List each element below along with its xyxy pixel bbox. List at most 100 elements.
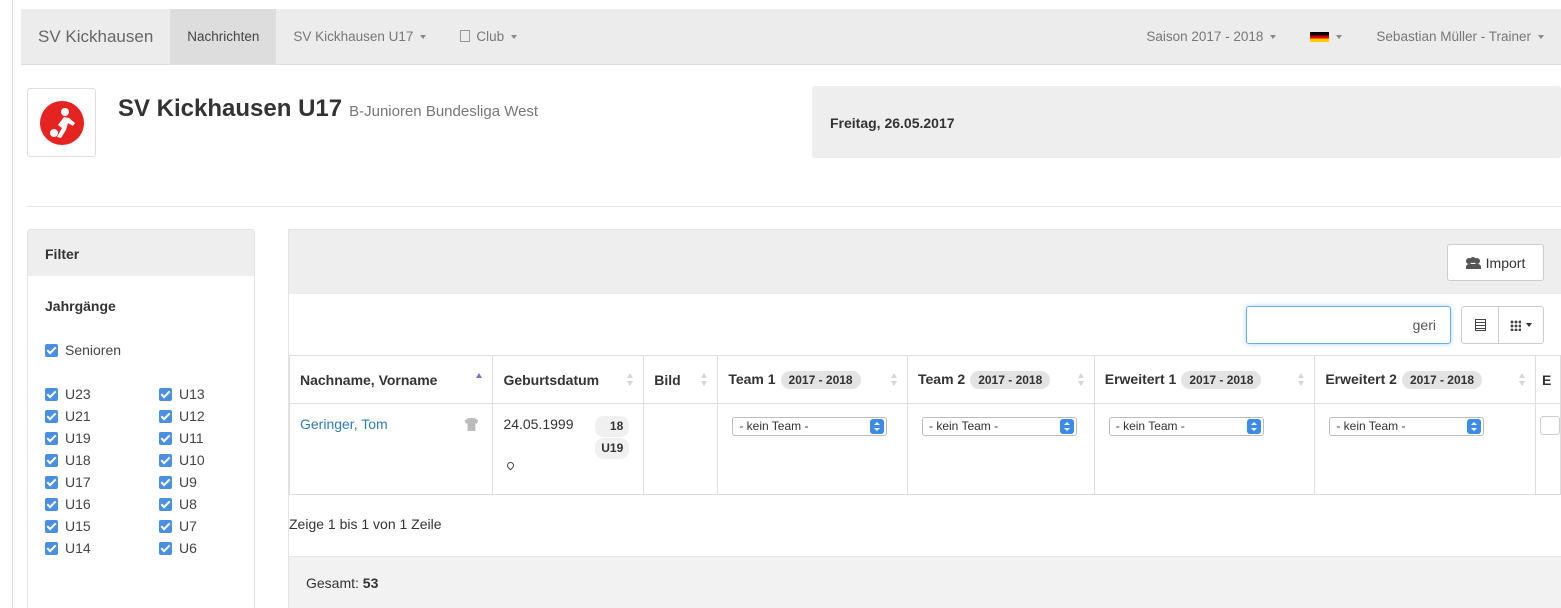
column-header-extended2[interactable]: Erweitert 2 2017 - 2018 xyxy=(1314,355,1536,404)
column-header-label: E xyxy=(1541,371,1552,388)
search-input[interactable]: geri xyxy=(1246,306,1451,344)
checkbox-label: U11 xyxy=(179,430,204,446)
select-arrows-icon xyxy=(870,419,885,434)
checkbox-checked-icon[interactable] xyxy=(159,388,172,401)
checkbox-checked-icon[interactable] xyxy=(45,454,58,467)
extended1-select[interactable]: - kein Team - xyxy=(1108,417,1264,436)
nav-item-news-label: Nachrichten xyxy=(187,28,260,44)
filter-checkbox-u8[interactable]: U8 xyxy=(159,496,197,512)
column-header-extended3[interactable]: E xyxy=(1534,355,1561,404)
column-header-team1[interactable]: Team 1 2017 - 2018 xyxy=(717,355,908,404)
chevron-down-icon xyxy=(1270,34,1277,39)
checkbox-label: U21 xyxy=(65,408,91,424)
checkbox-checked-icon[interactable] xyxy=(159,520,172,533)
filter-checkbox-u14[interactable]: U14 xyxy=(45,540,91,556)
filter-checkbox-u21[interactable]: U21 xyxy=(45,408,91,424)
player-name-link[interactable]: Geringer, Tom xyxy=(300,416,388,432)
nav-item-team-label: SV Kickhausen U17 xyxy=(293,28,414,44)
team2-select[interactable]: - kein Team - xyxy=(921,417,1077,436)
column-header-label: Team 1 xyxy=(728,370,776,387)
checkbox-checked-icon[interactable] xyxy=(159,476,172,489)
filter-checkbox-u13[interactable]: U13 xyxy=(159,386,205,402)
column-header-label: Geburtsdatum xyxy=(503,371,600,388)
cell-extended3 xyxy=(1534,403,1561,495)
checkbox-checked-icon[interactable] xyxy=(45,476,58,489)
filter-checkbox-u11[interactable]: U11 xyxy=(159,430,204,446)
checkbox-checked-icon[interactable] xyxy=(45,344,58,357)
nav-item-team-dropdown[interactable]: SV Kickhausen U17 xyxy=(276,9,443,65)
cell-name: Geringer, Tom xyxy=(288,403,494,495)
checkbox-checked-icon[interactable] xyxy=(159,542,172,555)
season-badge: 2017 - 2018 xyxy=(1181,370,1262,389)
checkbox-checked-icon[interactable] xyxy=(45,388,58,401)
nav-item-club-label: Club xyxy=(476,28,505,44)
chevron-down-icon xyxy=(1336,34,1343,39)
checkbox-checked-icon[interactable] xyxy=(159,410,172,423)
column-header-label: Nachname, Vorname xyxy=(300,371,438,388)
column-header-image[interactable]: Bild xyxy=(643,355,719,404)
checkbox-checked-icon[interactable] xyxy=(45,432,58,445)
checkbox-checked-icon[interactable] xyxy=(159,454,172,467)
filter-checkbox-u6[interactable]: U6 xyxy=(159,540,197,556)
column-header-team2[interactable]: Team 2 2017 - 2018 xyxy=(906,355,1095,404)
select-value: - kein Team - xyxy=(739,419,809,433)
total-label: Gesamt: xyxy=(306,575,363,591)
toggle-view-button[interactable] xyxy=(1461,306,1499,344)
checkbox-label: Senioren xyxy=(65,342,122,358)
checkbox-checked-icon[interactable] xyxy=(45,410,58,423)
filter-section-label: Jahrgänge xyxy=(45,298,116,314)
date-panel: Freitag, 26.05.2017 xyxy=(812,86,1561,158)
user-name: Sebastian Müller - Trainer xyxy=(1376,28,1531,44)
age-value: 18 xyxy=(595,416,630,437)
language-dropdown[interactable] xyxy=(1293,9,1359,65)
checkbox-checked-icon[interactable] xyxy=(159,498,172,511)
filter-checkbox-u15[interactable]: U15 xyxy=(45,518,91,534)
cell-team2: - kein Team - xyxy=(906,403,1095,495)
nav-brand[interactable]: SV Kickhausen xyxy=(21,9,170,65)
divider xyxy=(27,206,1561,207)
column-header-name[interactable]: Nachname, Vorname xyxy=(288,355,494,404)
import-button[interactable]: Import xyxy=(1447,244,1544,281)
sort-ascending-icon xyxy=(476,373,483,386)
filter-checkbox-u19[interactable]: U19 xyxy=(45,430,91,446)
checkbox-checked-icon[interactable] xyxy=(45,542,58,555)
filter-checkbox-u7[interactable]: U7 xyxy=(159,518,197,534)
filter-checkbox-u10[interactable]: U10 xyxy=(159,452,205,468)
cell-team1: - kein Team - xyxy=(717,403,908,495)
filter-checkbox-u12[interactable]: U12 xyxy=(159,408,205,424)
cell-image xyxy=(643,403,719,495)
checkbox-label: U6 xyxy=(179,540,197,556)
checkbox-checked-icon[interactable] xyxy=(45,498,58,511)
checkbox-checked-icon[interactable] xyxy=(159,432,172,445)
league-name: B-Junioren Bundesliga West xyxy=(349,103,539,120)
nav-item-club-dropdown[interactable]: Club xyxy=(443,9,534,65)
filter-checkbox-u23[interactable]: U23 xyxy=(45,386,91,402)
extended3-select[interactable] xyxy=(1539,416,1560,435)
team-name: SV Kickhausen U17 xyxy=(118,95,343,122)
filter-checkbox-u18[interactable]: U18 xyxy=(45,452,91,468)
team1-select[interactable]: - kein Team - xyxy=(732,417,888,436)
nav-right-group: Saison 2017 - 2018 Sebastian Müller - Tr… xyxy=(1129,9,1561,65)
columns-dropdown-button[interactable] xyxy=(1498,306,1544,344)
extended2-select[interactable]: - kein Team - xyxy=(1329,417,1485,436)
filter-checkbox-u9[interactable]: U9 xyxy=(159,474,197,490)
season-dropdown[interactable]: Saison 2017 - 2018 xyxy=(1129,9,1293,65)
checkbox-label: U12 xyxy=(179,408,205,424)
user-menu-dropdown[interactable]: Sebastian Müller - Trainer xyxy=(1359,9,1561,65)
select-value: - kein Team - xyxy=(1115,419,1185,433)
location-pin-icon[interactable] xyxy=(505,460,516,471)
filter-checkbox-seniors[interactable]: Senioren xyxy=(45,342,121,358)
chevron-down-icon xyxy=(420,34,427,39)
column-header-birthdate[interactable]: Geburtsdatum xyxy=(492,355,645,404)
sort-icon xyxy=(1077,373,1084,386)
column-header-extended1[interactable]: Erweitert 1 2017 - 2018 xyxy=(1093,355,1316,404)
panel-header: Import xyxy=(289,230,1561,294)
select-arrows-icon xyxy=(1467,419,1482,434)
sort-icon xyxy=(627,373,634,386)
club-logo xyxy=(27,88,96,157)
season-badge: 2017 - 2018 xyxy=(970,370,1051,389)
filter-checkbox-u17[interactable]: U17 xyxy=(45,474,91,490)
filter-checkbox-u16[interactable]: U16 xyxy=(45,496,91,512)
checkbox-checked-icon[interactable] xyxy=(45,520,58,533)
nav-item-news[interactable]: Nachrichten xyxy=(170,8,277,65)
